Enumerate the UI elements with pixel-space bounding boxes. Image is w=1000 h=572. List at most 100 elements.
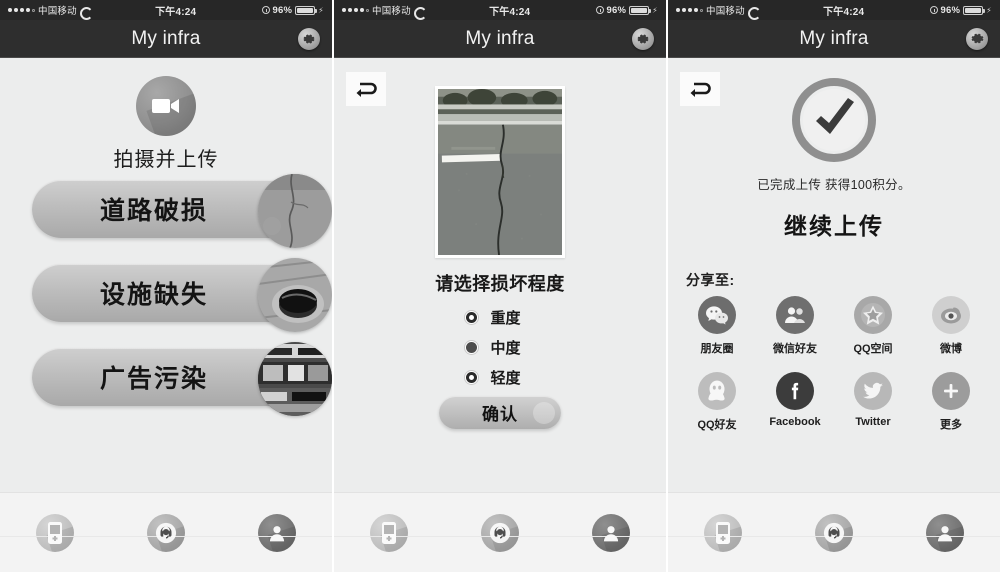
share-item-weibo[interactable]: 微博	[918, 296, 984, 356]
user-profile-icon[interactable]	[925, 513, 964, 552]
share-label: QQ空间	[853, 343, 893, 355]
page-title: My infra	[799, 27, 869, 49]
wifi-icon	[414, 6, 424, 15]
category-item-facility-missing[interactable]: 设施缺失	[0, 258, 332, 332]
status-right: 96% ⚡	[261, 4, 324, 16]
category-list: 道路破损 设施缺失 广告污染	[0, 174, 332, 432]
phone-screen-3: 中国移动 下午4:24 96% ⚡ My infra 已完成上传 获得100积分…	[668, 0, 1000, 572]
battery-percent-label: 96%	[272, 4, 293, 16]
alarm-icon	[595, 6, 604, 14]
share-label: Facebook	[769, 416, 821, 428]
tab-bar	[334, 492, 666, 572]
share-section-title: 分享至:	[686, 272, 735, 288]
category-label: 广告污染	[99, 365, 208, 393]
back-arrow-icon[interactable]	[346, 72, 386, 106]
share-item-moments[interactable]: 朋友圈	[684, 296, 750, 356]
gear-icon[interactable]	[966, 27, 988, 50]
confirm-area: 确认	[334, 396, 666, 429]
gear-icon[interactable]	[632, 27, 654, 50]
wifi-icon	[80, 6, 90, 15]
uploaded-photo	[435, 86, 565, 258]
status-left: 中国移动	[676, 3, 758, 17]
screen-3-body: 已完成上传 获得100积分。 继续上传 分享至: 朋友圈 微信好友 QQ空间 微…	[668, 58, 1000, 492]
share-label: Twitter	[855, 416, 891, 428]
weibo-eye-icon[interactable]	[932, 296, 970, 334]
qzone-star-icon[interactable]	[854, 296, 892, 334]
mobile-phone-icon[interactable]	[704, 513, 743, 552]
nav-bar: My infra	[0, 20, 332, 58]
battery-icon	[295, 5, 318, 15]
option-label: 中度	[490, 339, 521, 357]
share-label: 微信好友	[773, 343, 817, 355]
twitter-bird-icon[interactable]	[854, 372, 892, 410]
battery-icon	[963, 5, 986, 15]
plus-more-icon[interactable]	[932, 372, 970, 410]
phone-screen-1: 中国移动 下午4:24 96% ⚡ My infra 拍摄并上传 道路破损 设施…	[0, 0, 332, 572]
status-time: 下午4:24	[155, 6, 197, 18]
radio-icon[interactable]	[463, 369, 479, 385]
headset-support-icon[interactable]	[814, 513, 853, 552]
capture-upload-label: 拍摄并上传	[113, 149, 219, 171]
carrier-label: 中国移动	[372, 6, 411, 17]
share-row-2: QQ好友 Facebook Twitter 更多	[678, 372, 990, 432]
status-bar: 中国移动 下午4:24 96% ⚡	[668, 0, 1000, 20]
bolt-icon: ⚡	[318, 5, 324, 15]
wechat-friends-icon[interactable]	[776, 296, 814, 334]
category-item-ad-pollution[interactable]: 广告污染	[0, 342, 332, 416]
billboard-thumbnail	[258, 342, 332, 416]
battery-percent-label: 96%	[606, 4, 627, 16]
confirm-button[interactable]: 确认	[439, 396, 561, 429]
qq-penguin-icon[interactable]	[698, 372, 736, 410]
share-item-qzone[interactable]: QQ空间	[840, 296, 906, 356]
mobile-phone-icon[interactable]	[36, 513, 75, 552]
share-grid: 朋友圈 微信好友 QQ空间 微博 QQ好友 Facebook Twitter 更…	[678, 296, 990, 448]
video-camera-icon[interactable]	[136, 76, 196, 136]
user-profile-icon[interactable]	[257, 513, 296, 552]
share-item-wechat-friends[interactable]: 微信好友	[762, 296, 828, 356]
headset-support-icon[interactable]	[146, 513, 185, 552]
share-item-more[interactable]: 更多	[918, 372, 984, 432]
facebook-icon[interactable]	[776, 372, 814, 410]
status-time: 下午4:24	[823, 6, 865, 18]
manhole-thumbnail	[258, 258, 332, 332]
nav-bar: My infra	[334, 20, 666, 58]
nav-bar: My infra	[668, 20, 1000, 58]
option-severe[interactable]: 重度	[334, 302, 666, 332]
status-bar: 中国移动 下午4:24 96% ⚡	[0, 0, 332, 20]
option-moderate[interactable]: 中度	[334, 332, 666, 362]
share-item-twitter[interactable]: Twitter	[840, 372, 906, 432]
share-row-1: 朋友圈 微信好友 QQ空间 微博	[678, 296, 990, 356]
option-label: 轻度	[490, 369, 521, 387]
option-light[interactable]: 轻度	[334, 362, 666, 392]
damage-level-question: 请选择损坏程度	[435, 274, 565, 294]
option-label: 重度	[490, 309, 521, 327]
tab-bar	[0, 492, 332, 572]
continue-upload-button[interactable]: 继续上传	[668, 207, 1000, 241]
road-crack-thumbnail	[258, 174, 332, 248]
wechat-moments-icon[interactable]	[698, 296, 736, 334]
battery-percent-label: 96%	[940, 4, 961, 16]
battery-icon	[629, 5, 652, 15]
signal-strength-icon	[676, 8, 703, 12]
status-right: 96% ⚡	[595, 4, 658, 16]
mobile-phone-icon[interactable]	[370, 513, 409, 552]
phone-screen-2: 中国移动 下午4:24 96% ⚡ My infra 请选择损坏程度 重度 中度…	[334, 0, 666, 572]
share-label: 朋友圈	[700, 343, 734, 355]
upload-done-message: 已完成上传 获得100积分。	[757, 178, 911, 192]
headset-support-icon[interactable]	[480, 513, 519, 552]
radio-icon[interactable]	[463, 309, 479, 325]
alarm-icon	[929, 6, 938, 14]
share-label: 更多	[940, 419, 962, 431]
category-item-road-damage[interactable]: 道路破损	[0, 174, 332, 248]
tab-bar	[668, 492, 1000, 572]
page-title: My infra	[131, 27, 201, 49]
share-label: QQ好友	[697, 419, 737, 431]
share-item-facebook[interactable]: Facebook	[762, 372, 828, 432]
radio-icon[interactable]	[463, 339, 479, 355]
capture-upload-action[interactable]: 拍摄并上传	[0, 76, 332, 172]
status-right: 96% ⚡	[929, 4, 992, 16]
bolt-icon: ⚡	[652, 5, 658, 15]
share-item-qq-friends[interactable]: QQ好友	[684, 372, 750, 432]
gear-icon[interactable]	[298, 27, 320, 50]
user-profile-icon[interactable]	[591, 513, 630, 552]
